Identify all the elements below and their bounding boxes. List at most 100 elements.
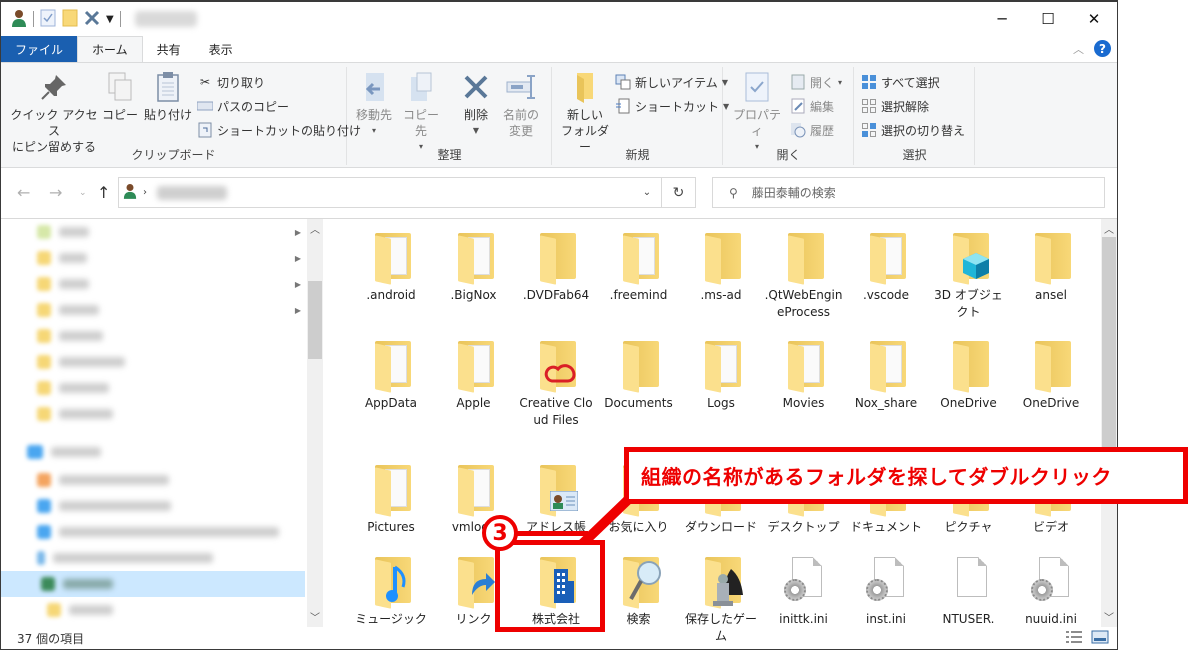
nav-item[interactable] (37, 375, 301, 401)
up-button[interactable]: ↑ (97, 183, 110, 202)
easy-access-button[interactable]: ショートカット ▼ (615, 95, 729, 117)
folder-icon (615, 553, 663, 609)
file-item[interactable]: Apple (434, 337, 514, 412)
rename-button[interactable]: 名前の 変更 (498, 71, 544, 139)
file-name: デスクトップ (767, 520, 840, 534)
scrollbar-thumb[interactable] (1102, 237, 1116, 447)
history-button[interactable]: 履歴 (790, 119, 834, 141)
scrollbar-thumb[interactable] (308, 281, 322, 359)
file-item[interactable]: nuuid.ini (1011, 553, 1091, 628)
back-button[interactable]: ← (17, 183, 30, 202)
tab-file[interactable]: ファイル (1, 36, 78, 62)
chevron-down-icon: ▾ (371, 126, 376, 135)
new-item-button[interactable]: 新しいアイテム ▼ (615, 71, 728, 93)
file-item[interactable]: AppData (351, 337, 431, 412)
file-item[interactable]: OneDrive (929, 337, 1009, 412)
file-item[interactable]: Pictures (351, 461, 431, 536)
breadcrumb-current[interactable] (157, 185, 227, 200)
file-item[interactable]: Logs (681, 337, 761, 412)
annotation-connector (516, 531, 588, 536)
file-item[interactable]: ミュージック (351, 553, 431, 628)
pin-quick-access-button[interactable]: クイック アクセス にピン留めする (9, 71, 99, 155)
delete-button[interactable]: 削除 ▼ (456, 71, 496, 139)
scroll-up-arrow[interactable]: ︿ (307, 221, 323, 237)
copy-to-icon (405, 71, 437, 103)
nav-item[interactable] (37, 519, 301, 545)
scroll-down-arrow[interactable]: ﹀ (307, 609, 323, 625)
help-icon[interactable]: ? (1094, 40, 1111, 57)
invert-selection-button[interactable]: 選択の切り替え (861, 119, 965, 141)
file-item[interactable]: .DVDFab64 (516, 229, 596, 304)
file-item[interactable]: 検索 (599, 553, 679, 628)
tab-home[interactable]: ホーム (77, 36, 143, 62)
file-item[interactable]: inittk.ini (764, 553, 844, 628)
file-item[interactable]: inst.ini (846, 553, 926, 628)
nav-item[interactable]: ▶ (37, 219, 301, 245)
file-item[interactable]: NTUSER. (929, 553, 1009, 628)
new-folder-icon[interactable] (62, 9, 78, 30)
file-item[interactable]: .vscode (846, 229, 926, 304)
delete-icon[interactable] (84, 10, 100, 29)
nav-item[interactable] (47, 597, 301, 623)
file-item[interactable]: OneDrive (1011, 337, 1091, 412)
file-item[interactable]: .BigNox (434, 229, 514, 304)
copy-to-button[interactable]: コピー先 ▾ (398, 71, 444, 155)
search-icon: ⚲ (729, 185, 738, 200)
nav-item-selected[interactable] (1, 571, 305, 597)
nav-scrollbar[interactable]: ︿ ﹀ (307, 219, 323, 627)
nav-item[interactable]: ▶ (37, 271, 301, 297)
close-button[interactable]: ✕ (1071, 2, 1117, 36)
select-all-icon (861, 74, 877, 90)
customize-qat-icon[interactable]: ▼ (106, 14, 114, 25)
details-view-icon[interactable] (1065, 630, 1083, 647)
nav-item[interactable] (37, 401, 301, 427)
file-item[interactable]: ansel (1011, 229, 1091, 304)
nav-item[interactable] (37, 493, 301, 519)
select-all-button[interactable]: すべて選択 (861, 71, 940, 93)
minimize-button[interactable]: ─ (979, 2, 1025, 36)
copy-button[interactable]: コピー (101, 71, 139, 123)
paste-shortcut-button[interactable]: ショートカットの貼り付け (197, 119, 361, 141)
file-item[interactable]: .android (351, 229, 431, 304)
file-item[interactable]: Documents (599, 337, 679, 412)
properties-icon[interactable] (40, 9, 56, 30)
file-item[interactable]: 3D オブジェクト (929, 229, 1009, 321)
nav-item[interactable] (37, 467, 301, 493)
move-to-button[interactable]: 移動先 ▾ (354, 71, 394, 139)
file-item[interactable]: Creative Cloud Files (516, 337, 596, 429)
file-item[interactable]: .freemind (599, 229, 679, 304)
file-item[interactable]: .QtWebEngineProcess (764, 229, 844, 321)
address-dropdown-button[interactable]: ⌄ (633, 178, 661, 207)
nav-item-desktop[interactable] (27, 439, 301, 465)
large-icons-view-icon[interactable] (1091, 630, 1109, 647)
recent-locations-button[interactable]: ⌄ (79, 188, 87, 198)
paste-button[interactable]: 貼り付け (141, 71, 195, 123)
nav-item[interactable] (37, 323, 301, 349)
search-box[interactable]: ⚲ 藤田泰輔の検索 (712, 177, 1105, 208)
collapse-ribbon-icon[interactable]: ︿ (1073, 41, 1084, 57)
forward-button[interactable]: → (49, 183, 62, 202)
new-folder-button[interactable]: 新しい フォルダー (557, 71, 613, 155)
file-item[interactable]: .ms-ad (681, 229, 761, 304)
tab-view[interactable]: 表示 (195, 36, 247, 62)
address-bar[interactable]: › ⌄ ↻ (118, 177, 696, 208)
select-none-button[interactable]: 選択解除 (861, 95, 929, 117)
breadcrumb-chevron-icon[interactable]: › (143, 187, 147, 198)
tab-share[interactable]: 共有 (143, 36, 195, 62)
scroll-up-arrow[interactable]: ︿ (1101, 221, 1117, 237)
nav-item[interactable]: ▶ (37, 297, 301, 323)
refresh-button[interactable]: ↻ (661, 178, 695, 207)
scroll-down-arrow[interactable]: ﹀ (1101, 609, 1117, 625)
nav-item[interactable] (37, 545, 301, 571)
nav-item[interactable] (37, 349, 301, 375)
content-scrollbar[interactable]: ︿ ﹀ (1101, 219, 1117, 627)
edit-button[interactable]: 編集 (790, 95, 834, 117)
copy-path-button[interactable]: パスのコピー (197, 95, 289, 117)
open-button[interactable]: 開く ▾ (790, 71, 842, 93)
properties-button[interactable]: プロパティ ▾ (728, 71, 786, 155)
nav-item[interactable]: ▶ (37, 245, 301, 271)
file-item[interactable]: Movies (764, 337, 844, 412)
cut-button[interactable]: ✂ 切り取り (197, 71, 265, 93)
file-item[interactable]: Nox_share (846, 337, 926, 412)
maximize-button[interactable]: ☐ (1025, 2, 1071, 36)
